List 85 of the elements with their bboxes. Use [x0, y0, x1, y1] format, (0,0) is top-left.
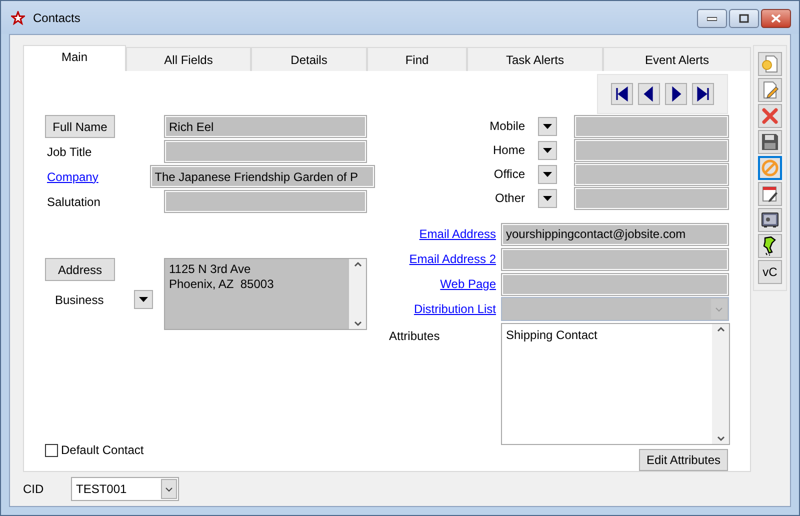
prohibited-icon	[761, 159, 779, 177]
first-record-icon	[614, 86, 630, 102]
dropdown-button[interactable]	[538, 188, 557, 208]
address-field[interactable]: 1125 N 3rd Ave Phoenix, AZ 85003	[164, 258, 367, 330]
tab[interactable]: Event Alerts	[603, 47, 751, 71]
phone-label: Office	[492, 166, 525, 183]
safe-icon	[761, 211, 779, 229]
input-field[interactable]	[501, 248, 729, 270]
address-line: 1125 N 3rd Ave	[169, 262, 252, 277]
company-link[interactable]: Company	[47, 168, 98, 186]
scrollbar[interactable]	[712, 324, 729, 444]
caret-icon	[543, 148, 552, 152]
delete-icon	[761, 107, 779, 125]
tab[interactable]: Task Alerts	[467, 47, 603, 71]
scroll-up-icon	[354, 261, 362, 267]
navigation-button[interactable]	[665, 83, 687, 105]
restore-icon	[739, 14, 749, 23]
caret-icon	[543, 196, 552, 200]
input-field[interactable]: Rich Eel	[164, 115, 367, 138]
close-icon	[771, 14, 781, 23]
toolbar-button[interactable]	[758, 208, 782, 232]
tab[interactable]: Details	[251, 47, 367, 71]
cid-label: CID	[23, 481, 45, 498]
field-link[interactable]: Distribution List	[389, 300, 496, 318]
input-field[interactable]	[574, 186, 729, 210]
minimize-icon	[707, 16, 717, 20]
address-type-label: Business	[55, 292, 105, 308]
scroll-down-icon	[354, 321, 362, 327]
scrollbar[interactable]	[349, 259, 366, 329]
minimize-button[interactable]	[697, 9, 727, 28]
field-link[interactable]: Web Page	[389, 275, 496, 293]
window-title: Contacts	[33, 10, 80, 26]
new-page-icon	[761, 55, 779, 73]
navigation-button[interactable]	[638, 83, 660, 105]
last-record-icon	[695, 86, 711, 102]
address-button[interactable]: Address	[45, 258, 115, 281]
toolbar-button[interactable]	[758, 182, 782, 206]
phone-label: Mobile	[488, 118, 525, 135]
cid-value: TEST001	[75, 481, 128, 498]
toolbar-button[interactable]: vC	[758, 260, 782, 284]
input-field[interactable]	[164, 190, 367, 213]
star-icon	[11, 10, 25, 24]
dropdown-button[interactable]	[538, 164, 557, 184]
dropdown-button[interactable]	[538, 116, 557, 136]
maximize-button[interactable]	[729, 9, 759, 28]
attributes-value: Shipping Contact	[505, 327, 598, 344]
scroll-up-icon	[716, 326, 724, 332]
close-button[interactable]	[761, 9, 791, 28]
phone-label: Other	[494, 190, 525, 207]
full-name-button[interactable]: Full Name	[45, 115, 115, 138]
edit-attributes-button[interactable]: Edit Attributes	[639, 449, 728, 471]
phone-label: Home	[492, 142, 525, 159]
field-label: Job Title	[47, 144, 92, 160]
address-line: Phoenix, AZ 85003	[169, 277, 275, 292]
input-field[interactable]	[164, 140, 367, 163]
dropdown-button[interactable]	[538, 140, 557, 160]
field-link[interactable]: Email Address 2	[389, 250, 496, 268]
input-field[interactable]: The Japanese Friendship Garden of P	[150, 165, 375, 188]
input-field[interactable]	[574, 138, 729, 162]
field-label: Salutation	[47, 194, 100, 210]
caret-icon	[139, 297, 148, 302]
chevron-down-icon	[711, 299, 727, 319]
attributes-label: Attributes	[389, 328, 441, 345]
tab[interactable]: Main	[23, 45, 126, 71]
default-contact-label: Default Contact	[61, 442, 144, 459]
dropdown-button[interactable]	[134, 290, 153, 309]
navigation-button[interactable]	[611, 83, 633, 105]
checkbox[interactable]	[45, 444, 58, 456]
tab[interactable]: All Fields	[126, 47, 251, 71]
cid-combo[interactable]: TEST001	[71, 477, 179, 501]
save-icon	[761, 133, 779, 151]
input-field[interactable]: yourshippingcontact@jobsite.com	[501, 222, 729, 246]
navigation-button[interactable]	[692, 83, 714, 105]
tab[interactable]: Find	[367, 47, 467, 71]
calendar-edit-icon	[761, 185, 779, 203]
toolbar-button[interactable]	[758, 234, 782, 258]
edit-page-icon	[761, 81, 779, 99]
caret-icon	[543, 172, 552, 176]
scroll-down-icon	[716, 436, 724, 442]
input-field[interactable]	[574, 114, 729, 138]
input-field[interactable]	[501, 272, 729, 296]
input-field[interactable]	[574, 162, 729, 186]
caret-icon	[543, 124, 552, 128]
field-link[interactable]: Email Address	[389, 225, 496, 243]
attributes-field[interactable]: Shipping Contact	[501, 323, 730, 445]
